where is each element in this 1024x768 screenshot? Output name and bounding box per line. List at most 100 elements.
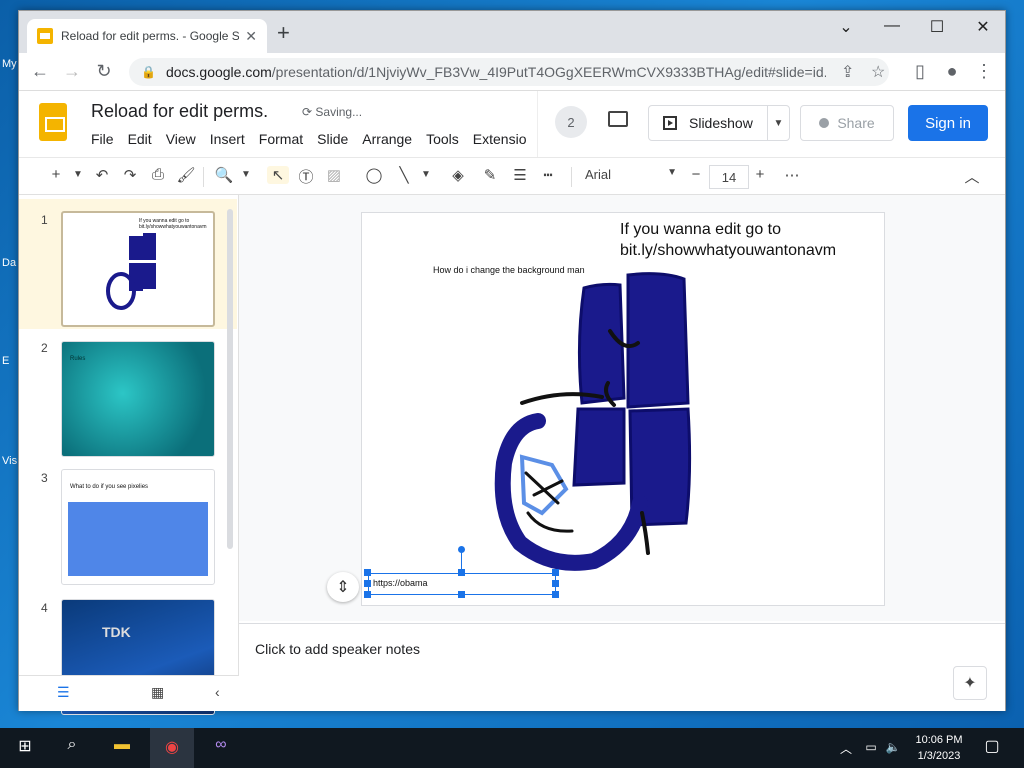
notifications-icon[interactable]: ▢ xyxy=(982,736,1002,760)
lock-icon[interactable]: 🔒 xyxy=(141,65,156,79)
search-icon[interactable]: ⌕ xyxy=(60,736,84,760)
slide-thumbnail-1[interactable]: If you wanna edit go to bit.ly/showwhaty… xyxy=(61,211,215,327)
resize-handle[interactable] xyxy=(364,569,371,576)
collapse-toolbar-icon[interactable]: ︿ xyxy=(961,166,983,187)
new-slide-dropdown-icon[interactable]: ▼ xyxy=(67,169,89,180)
menu-slide[interactable]: Slide xyxy=(317,131,348,147)
menu-insert[interactable]: Insert xyxy=(210,131,245,147)
reload-icon[interactable]: ↻ xyxy=(93,61,115,82)
slide-headline[interactable]: If you wanna edit go to bit.ly/showwhaty… xyxy=(620,219,836,261)
volume-icon[interactable]: 🔈 xyxy=(884,740,902,764)
resize-handle[interactable] xyxy=(458,569,465,576)
desktop-label-e[interactable]: E xyxy=(2,355,9,367)
border-dash-icon[interactable]: ┅ xyxy=(537,166,559,184)
chrome-taskbar-icon[interactable]: ◉ xyxy=(150,728,194,768)
menu-edit[interactable]: Edit xyxy=(128,131,152,147)
address-bar[interactable]: 🔒 docs.google.com/presentation/d/1NjviyW… xyxy=(129,58,889,86)
visual-studio-icon[interactable]: ∞ xyxy=(208,736,234,760)
slides-logo-icon[interactable] xyxy=(39,103,67,141)
menu-file[interactable]: File xyxy=(91,131,114,147)
share-page-icon[interactable]: ⇪ xyxy=(841,62,854,82)
undo-icon[interactable]: ↶ xyxy=(91,166,113,184)
fill-color-icon[interactable]: ◈ xyxy=(447,166,469,184)
more-options-icon[interactable]: ⋯ xyxy=(781,166,803,184)
share-button[interactable]: Share xyxy=(800,105,894,141)
slide-question-text[interactable]: How do i change the background man xyxy=(433,265,585,275)
desktop-label-vis[interactable]: Vis xyxy=(2,455,17,467)
comment-icon[interactable] xyxy=(608,111,628,127)
menu-arrange[interactable]: Arrange xyxy=(362,131,412,147)
zoom-dropdown-icon[interactable]: ▼ xyxy=(235,169,257,180)
line-dropdown-icon[interactable]: ▼ xyxy=(415,169,437,180)
resize-handle[interactable] xyxy=(364,580,371,587)
slide-headline-line-2: bit.ly/showwhatyouwantonavm xyxy=(620,242,837,259)
slide-1-preview: If you wanna edit go to bit.ly/showwhaty… xyxy=(106,218,207,310)
slideshow-button[interactable]: Slideshow ▼ xyxy=(648,105,790,141)
document-title[interactable]: Reload for edit perms. xyxy=(91,101,268,122)
tab-bar: Reload for edit perms. - Google Slides ✕… xyxy=(19,11,1005,53)
grid-view-icon[interactable]: ▦ xyxy=(151,684,164,701)
slide-number: 1 xyxy=(41,213,48,227)
resize-handle[interactable] xyxy=(458,591,465,598)
sign-in-button[interactable]: Sign in xyxy=(908,105,988,141)
explore-icon[interactable]: ✦ xyxy=(953,666,987,700)
paint-format-icon[interactable]: 🖌 xyxy=(175,166,197,184)
shape-icon[interactable]: ◯ xyxy=(363,166,385,184)
resize-handle[interactable] xyxy=(364,591,371,598)
system-clock[interactable]: 10:06 PM 1/3/2023 xyxy=(906,732,972,764)
canvas-side-handle-icon[interactable]: ⇕ xyxy=(327,572,359,602)
redo-icon[interactable]: ↷ xyxy=(119,166,141,184)
font-size-decrease-icon[interactable]: − xyxy=(685,166,707,183)
collapse-panel-icon[interactable]: ‹ xyxy=(215,684,220,700)
current-slide[interactable]: If you wanna edit go to bit.ly/showwhaty… xyxy=(361,212,885,606)
tray-expand-icon[interactable]: ︿ xyxy=(838,740,854,764)
resize-handle[interactable] xyxy=(552,591,559,598)
line-icon[interactable]: ╲ xyxy=(393,166,415,184)
side-panel-icon[interactable]: ▯ xyxy=(909,61,931,82)
chrome-menu-icon[interactable]: ⋮ xyxy=(973,61,995,82)
font-family-select[interactable]: Arial ▼ xyxy=(585,167,677,182)
border-color-icon[interactable]: ✎ xyxy=(479,166,501,184)
tab-search-icon[interactable]: ⌄ xyxy=(831,17,861,37)
windows-start-icon[interactable]: ⊞ xyxy=(14,736,36,760)
text-box-icon[interactable]: Ⓣ xyxy=(295,166,317,187)
thumb-2-title: Rules xyxy=(70,356,86,362)
close-tab-icon[interactable]: ✕ xyxy=(245,28,257,45)
maximize-icon[interactable]: ☐ xyxy=(922,17,952,37)
menu-format[interactable]: Format xyxy=(259,131,303,147)
back-icon[interactable]: ← xyxy=(29,61,51,82)
resize-handle[interactable] xyxy=(552,580,559,587)
profile-icon[interactable]: ● xyxy=(941,61,963,82)
new-slide-icon[interactable]: + xyxy=(45,166,67,183)
font-size-input[interactable]: 14 xyxy=(709,165,749,189)
menu-extensions[interactable]: Extensio xyxy=(473,131,527,147)
slide-thumbnail-3[interactable]: What to do if you see pixelies xyxy=(61,469,215,585)
menu-tools[interactable]: Tools xyxy=(426,131,459,147)
print-icon[interactable]: ⎙ xyxy=(147,166,169,183)
network-icon[interactable]: ▭ xyxy=(862,740,880,764)
rotate-handle[interactable] xyxy=(458,546,465,553)
menu-view[interactable]: View xyxy=(166,131,196,147)
font-size-increase-icon[interactable]: + xyxy=(749,166,771,183)
desktop-label-my[interactable]: My xyxy=(2,58,17,70)
slide-thumbnail-2[interactable]: Rules xyxy=(61,341,215,457)
forward-icon[interactable]: → xyxy=(61,61,83,82)
thumb-1-text-2: bit.ly/showwhatyouwantonavm xyxy=(139,224,207,230)
speaker-notes[interactable]: Click to add speaker notes ✦ xyxy=(239,623,1005,711)
list-view-icon[interactable]: ☰ xyxy=(57,684,70,701)
border-weight-icon[interactable]: ☰ xyxy=(509,166,531,184)
viewers-badge[interactable]: 2 xyxy=(555,106,587,138)
new-tab-icon[interactable]: + xyxy=(277,22,290,44)
filmstrip-scrollbar[interactable] xyxy=(227,209,233,549)
close-window-icon[interactable]: ✕ xyxy=(968,17,998,37)
desktop-label-da[interactable]: Da xyxy=(2,257,16,269)
tab-slides[interactable]: Reload for edit perms. - Google Slides ✕ xyxy=(27,19,267,53)
resize-handle[interactable] xyxy=(552,569,559,576)
select-icon[interactable]: ↖ xyxy=(267,166,289,184)
file-explorer-icon[interactable]: ▬ xyxy=(110,736,134,760)
zoom-icon[interactable]: 🔍 xyxy=(213,166,235,184)
image-icon[interactable]: ▨ xyxy=(323,166,345,184)
minimize-icon[interactable]: — xyxy=(877,17,907,35)
slideshow-dropdown-icon[interactable]: ▼ xyxy=(767,106,789,140)
bookmark-star-icon[interactable]: ☆ xyxy=(871,62,885,82)
